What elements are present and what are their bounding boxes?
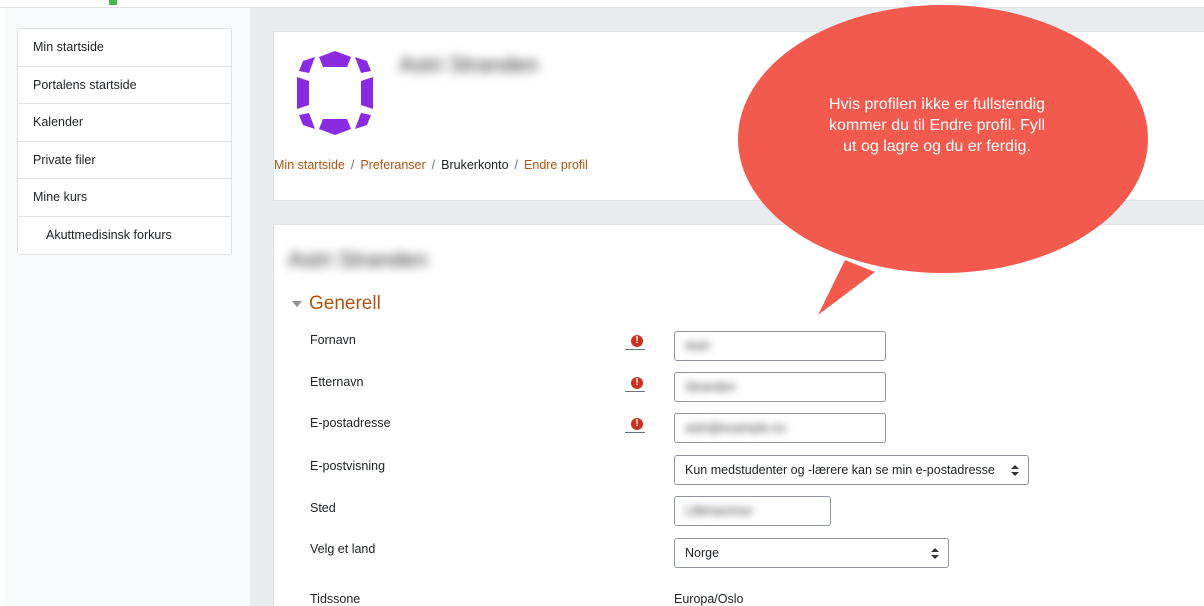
required-icon: ! (625, 418, 645, 433)
breadcrumb-item-endre-profil[interactable]: Endre profil (524, 158, 588, 172)
select-arrows-icon (931, 548, 939, 559)
sidebar-item-min-startside[interactable]: Min startside (18, 29, 231, 67)
app-icon[interactable] (109, 0, 117, 5)
timezone-value: Europa/Oslo (674, 592, 744, 606)
maildisplay-select[interactable]: Kun medstudenter og -lærere kan se min e… (674, 455, 1029, 485)
breadcrumb-separator: / (514, 158, 519, 172)
firstname-field[interactable]: Astri (674, 331, 886, 361)
city-field[interactable]: Lillehammer (674, 496, 831, 526)
select-arrows-icon (1011, 465, 1019, 476)
edit-profile-form: Astri Stranden Generell Fornavn ! Astri … (273, 224, 1204, 606)
section-title[interactable]: Generell (309, 293, 381, 315)
email-label: E-postadresse (310, 416, 391, 430)
required-icon: ! (625, 377, 645, 392)
maildisplay-value: Kun medstudenter og -lærere kan se min e… (685, 463, 995, 477)
city-label: Sted (310, 501, 336, 515)
lastname-label: Etternavn (310, 375, 364, 389)
lastname-field[interactable]: Stranden (674, 372, 886, 402)
top-navbar (0, 0, 1204, 8)
lastname-value: Stranden (685, 380, 736, 394)
country-value: Norge (685, 546, 720, 560)
form-title: Astri Stranden (288, 247, 428, 272)
sidebar-item-portalens-startside[interactable]: Portalens startside (18, 67, 231, 104)
firstname-label: Fornavn (310, 333, 356, 347)
callout-text: Hvis profilen ikke er fullstendig kommer… (828, 96, 1046, 155)
maildisplay-label: E-postvisning (310, 459, 386, 473)
firstname-value: Astri (685, 339, 710, 353)
email-field[interactable]: astri@example.no (674, 413, 886, 443)
collapse-caret-icon[interactable] (292, 301, 302, 307)
breadcrumb-item-brukerkonto: Brukerkonto (441, 158, 509, 172)
breadcrumb-item-min-startside[interactable]: Min startside (274, 158, 345, 172)
breadcrumb-item-preferanser[interactable]: Preferanser (360, 158, 425, 172)
sidebar-item-private-filer[interactable]: Private filer (18, 142, 231, 179)
breadcrumb-separator: / (350, 158, 355, 172)
breadcrumb: Min startside / Preferanser / Brukerkont… (274, 158, 588, 172)
required-icon: ! (625, 335, 645, 350)
sidebar-item-course[interactable]: Akuttmedisinsk forkurs (18, 217, 231, 255)
sidebar-item-mine-kurs[interactable]: Mine kurs (18, 179, 231, 217)
avatar (297, 51, 373, 135)
breadcrumb-separator: / (431, 158, 436, 172)
email-value: astri@example.no (685, 421, 786, 435)
page-header: Astri Stranden Min startside / Preferans… (273, 31, 1204, 201)
city-value: Lillehammer (685, 504, 754, 518)
profile-name: Astri Stranden (399, 52, 539, 77)
country-select[interactable]: Norge (674, 538, 949, 568)
section-generell[interactable]: Generell (292, 293, 381, 315)
country-label: Velg et land (310, 542, 376, 556)
timezone-label: Tidssone (310, 592, 361, 606)
sidebar-item-kalender[interactable]: Kalender (18, 104, 231, 142)
sidebar-nav: Min startside Portalens startside Kalend… (17, 28, 232, 255)
